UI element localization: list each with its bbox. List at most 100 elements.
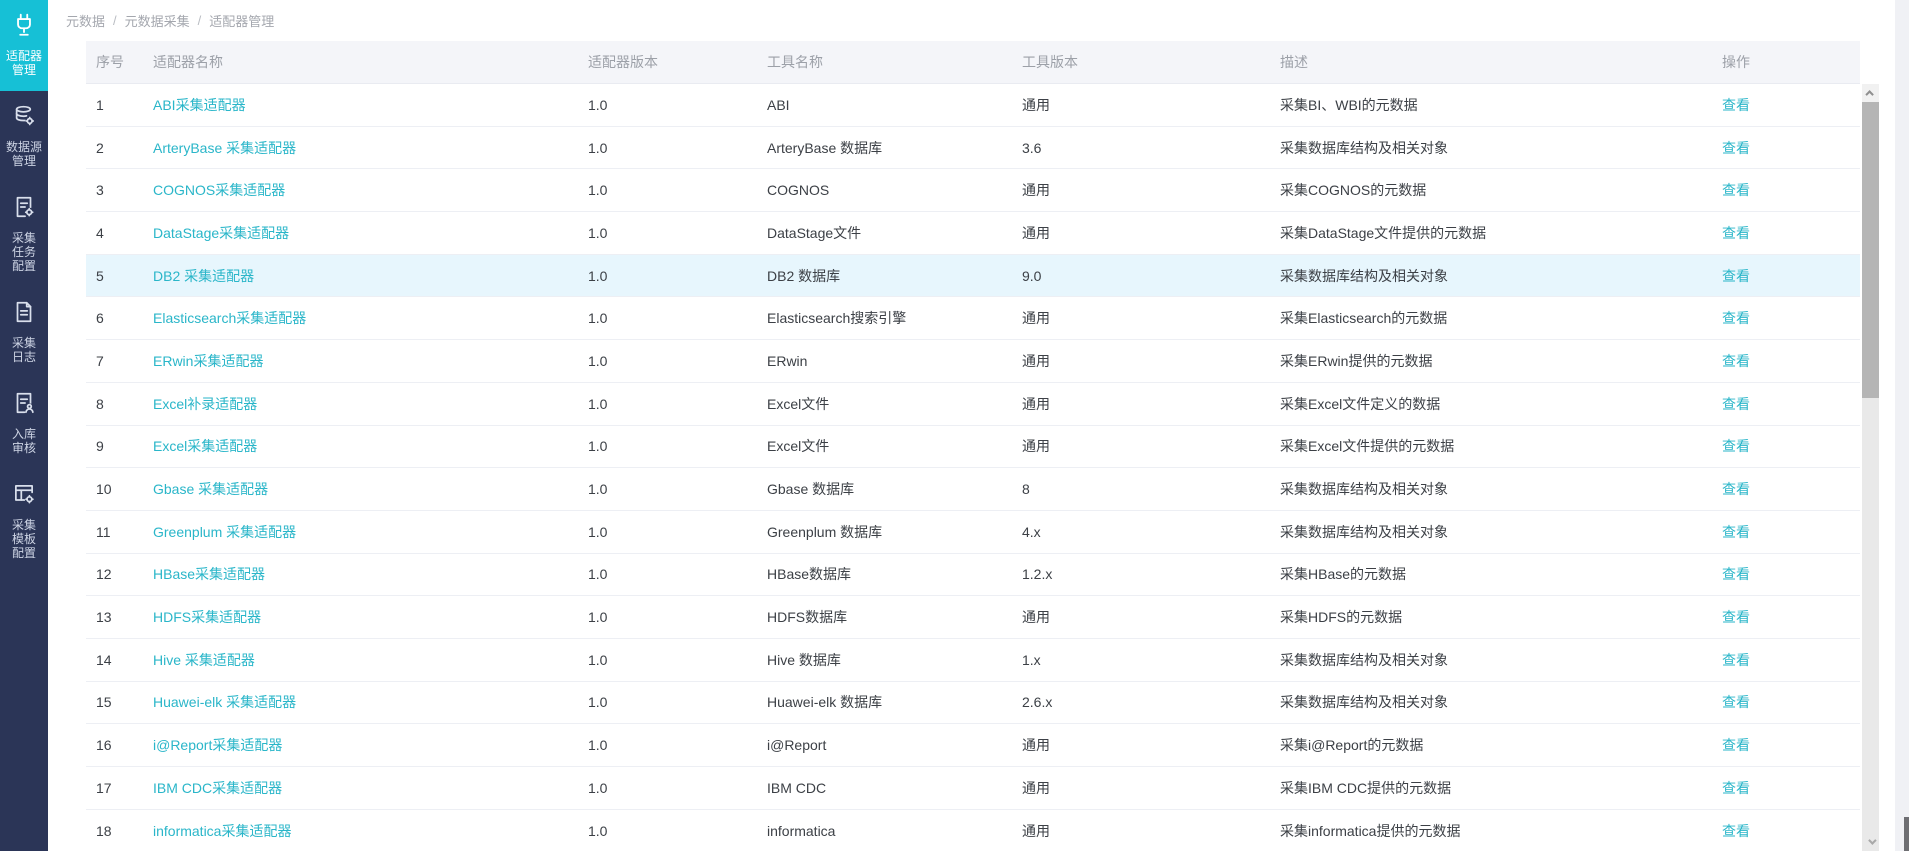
cell-adapter-name-link[interactable]: Greenplum 采集适配器 (143, 522, 578, 542)
table-row[interactable]: 15 Huawei-elk 采集适配器 1.0 Huawei-elk 数据库 2… (86, 682, 1860, 725)
adapter-table: 序号 适配器名称 适配器版本 工具名称 工具版本 描述 操作 1 ABI采集适配… (86, 41, 1879, 851)
table-row[interactable]: 10 Gbase 采集适配器 1.0 Gbase 数据库 8 采集数据库结构及相… (86, 468, 1860, 511)
view-link[interactable]: 查看 (1712, 436, 1860, 456)
cell-adapter-name-link[interactable]: HDFS采集适配器 (143, 607, 578, 627)
scroll-down-button[interactable] (1862, 833, 1879, 851)
cell-adapter-name-link[interactable]: Elasticsearch采集适配器 (143, 308, 578, 328)
table-body: 1 ABI采集适配器 1.0 ABI 通用 采集BI、WBI的元数据 查看 2 … (86, 84, 1860, 851)
cell-adapter-name-link[interactable]: Hive 采集适配器 (143, 650, 578, 670)
cell-tool-name: Excel文件 (757, 436, 1012, 456)
datasource-database-icon (11, 103, 37, 134)
table-row[interactable]: 6 Elasticsearch采集适配器 1.0 Elasticsearch搜索… (86, 297, 1860, 340)
cell-tool-name: i@Report (757, 737, 1012, 753)
breadcrumb-item-metadata[interactable]: 元数据 (66, 11, 105, 30)
cell-tool-name: HDFS数据库 (757, 607, 1012, 627)
table-row[interactable]: 4 DataStage采集适配器 1.0 DataStage文件 通用 采集Da… (86, 212, 1860, 255)
cell-adapter-name-link[interactable]: DB2 采集适配器 (143, 266, 578, 286)
view-link[interactable]: 查看 (1712, 138, 1860, 158)
cell-adapter-name-link[interactable]: Excel补录适配器 (143, 394, 578, 414)
cell-description: 采集DataStage文件提供的元数据 (1270, 223, 1712, 243)
cell-description: 采集COGNOS的元数据 (1270, 180, 1712, 200)
table-row[interactable]: 17 IBM CDC采集适配器 1.0 IBM CDC 通用 采集IBM CDC… (86, 767, 1860, 810)
breadcrumb: 元数据 / 元数据采集 / 适配器管理 (48, 0, 1909, 41)
chevron-up-icon (1865, 90, 1873, 98)
scrollbar-thumb[interactable] (1862, 102, 1879, 398)
cell-description: 采集informatica提供的元数据 (1270, 821, 1712, 841)
cell-adapter-name-link[interactable]: DataStage采集适配器 (143, 223, 578, 243)
cell-no: 9 (86, 438, 143, 454)
table-row[interactable]: 7 ERwin采集适配器 1.0 ERwin 通用 采集ERwin提供的元数据 … (86, 340, 1860, 383)
view-link[interactable]: 查看 (1712, 308, 1860, 328)
view-link[interactable]: 查看 (1712, 95, 1860, 115)
cell-adapter-version: 1.0 (578, 182, 757, 198)
cell-adapter-version: 1.0 (578, 438, 757, 454)
sidebar-item-collection-template-config[interactable]: 采集 模板 配置 (0, 469, 48, 574)
page-scrollbar-thumb[interactable] (1904, 817, 1909, 851)
view-link[interactable]: 查看 (1712, 522, 1860, 542)
cell-adapter-name-link[interactable]: IBM CDC采集适配器 (143, 778, 578, 798)
sidebar-item-collection-task-config[interactable]: 采集 任务 配置 (0, 182, 48, 287)
cell-adapter-name-link[interactable]: COGNOS采集适配器 (143, 180, 578, 200)
view-link[interactable]: 查看 (1712, 735, 1860, 755)
table-row[interactable]: 5 DB2 采集适配器 1.0 DB2 数据库 9.0 采集数据库结构及相关对象… (86, 255, 1860, 298)
column-header-adapter-name: 适配器名称 (143, 52, 578, 72)
sidebar-item-label: 采集 任务 配置 (12, 231, 36, 273)
table-scrollbar[interactable] (1862, 84, 1879, 851)
view-link[interactable]: 查看 (1712, 821, 1860, 841)
cell-tool-version: 通用 (1012, 180, 1270, 200)
table-row[interactable]: 8 Excel补录适配器 1.0 Excel文件 通用 采集Excel文件定义的… (86, 383, 1860, 426)
sidebar-item-datasource-management[interactable]: 数据源 管理 (0, 91, 48, 182)
cell-no: 10 (86, 481, 143, 497)
table-row[interactable]: 9 Excel采集适配器 1.0 Excel文件 通用 采集Excel文件提供的… (86, 426, 1860, 469)
table-row[interactable]: 16 i@Report采集适配器 1.0 i@Report 通用 采集i@Rep… (86, 724, 1860, 767)
sidebar-item-warehouse-audit[interactable]: 入库 审核 (0, 378, 48, 469)
cell-description: 采集数据库结构及相关对象 (1270, 138, 1712, 158)
cell-description: 采集数据库结构及相关对象 (1270, 650, 1712, 670)
task-config-document-icon (11, 194, 37, 225)
cell-description: 采集IBM CDC提供的元数据 (1270, 778, 1712, 798)
view-link[interactable]: 查看 (1712, 180, 1860, 200)
table-row[interactable]: 12 HBase采集适配器 1.0 HBase数据库 1.2.x 采集HBase… (86, 554, 1860, 597)
cell-adapter-version: 1.0 (578, 268, 757, 284)
cell-adapter-name-link[interactable]: ABI采集适配器 (143, 95, 578, 115)
cell-no: 17 (86, 780, 143, 796)
cell-adapter-name-link[interactable]: Gbase 采集适配器 (143, 479, 578, 499)
cell-adapter-version: 1.0 (578, 97, 757, 113)
cell-adapter-name-link[interactable]: ERwin采集适配器 (143, 351, 578, 371)
view-link[interactable]: 查看 (1712, 692, 1860, 712)
cell-adapter-name-link[interactable]: Excel采集适配器 (143, 436, 578, 456)
breadcrumb-item-adapter-management[interactable]: 适配器管理 (209, 11, 274, 30)
breadcrumb-item-metadata-collection[interactable]: 元数据采集 (125, 11, 190, 30)
view-link[interactable]: 查看 (1712, 394, 1860, 414)
cell-adapter-name-link[interactable]: Huawei-elk 采集适配器 (143, 692, 578, 712)
view-link[interactable]: 查看 (1712, 351, 1860, 371)
table-row[interactable]: 11 Greenplum 采集适配器 1.0 Greenplum 数据库 4.x… (86, 511, 1860, 554)
cell-adapter-version: 1.0 (578, 310, 757, 326)
column-header-operation: 操作 (1712, 52, 1860, 72)
table-row[interactable]: 13 HDFS采集适配器 1.0 HDFS数据库 通用 采集HDFS的元数据 查… (86, 596, 1860, 639)
cell-tool-version: 通用 (1012, 436, 1270, 456)
table-row[interactable]: 2 ArteryBase 采集适配器 1.0 ArteryBase 数据库 3.… (86, 127, 1860, 170)
cell-adapter-name-link[interactable]: informatica采集适配器 (143, 821, 578, 841)
table-row[interactable]: 18 informatica采集适配器 1.0 informatica 通用 采… (86, 810, 1860, 851)
cell-tool-version: 3.6 (1012, 140, 1270, 156)
sidebar-item-adapter-management[interactable]: 适配器 管理 (0, 0, 48, 91)
page-scrollbar-track[interactable] (1895, 0, 1909, 851)
view-link[interactable]: 查看 (1712, 650, 1860, 670)
view-link[interactable]: 查看 (1712, 223, 1860, 243)
scroll-up-button[interactable] (1862, 84, 1879, 102)
view-link[interactable]: 查看 (1712, 564, 1860, 584)
sidebar-item-collection-log[interactable]: 采集 日志 (0, 287, 48, 378)
view-link[interactable]: 查看 (1712, 778, 1860, 798)
view-link[interactable]: 查看 (1712, 479, 1860, 499)
table-row[interactable]: 1 ABI采集适配器 1.0 ABI 通用 采集BI、WBI的元数据 查看 (86, 84, 1860, 127)
cell-no: 7 (86, 353, 143, 369)
log-document-icon (11, 299, 37, 330)
view-link[interactable]: 查看 (1712, 607, 1860, 627)
view-link[interactable]: 查看 (1712, 266, 1860, 286)
cell-adapter-name-link[interactable]: i@Report采集适配器 (143, 735, 578, 755)
cell-adapter-name-link[interactable]: HBase采集适配器 (143, 564, 578, 584)
cell-adapter-name-link[interactable]: ArteryBase 采集适配器 (143, 138, 578, 158)
table-row[interactable]: 3 COGNOS采集适配器 1.0 COGNOS 通用 采集COGNOS的元数据… (86, 169, 1860, 212)
table-row[interactable]: 14 Hive 采集适配器 1.0 Hive 数据库 1.x 采集数据库结构及相… (86, 639, 1860, 682)
